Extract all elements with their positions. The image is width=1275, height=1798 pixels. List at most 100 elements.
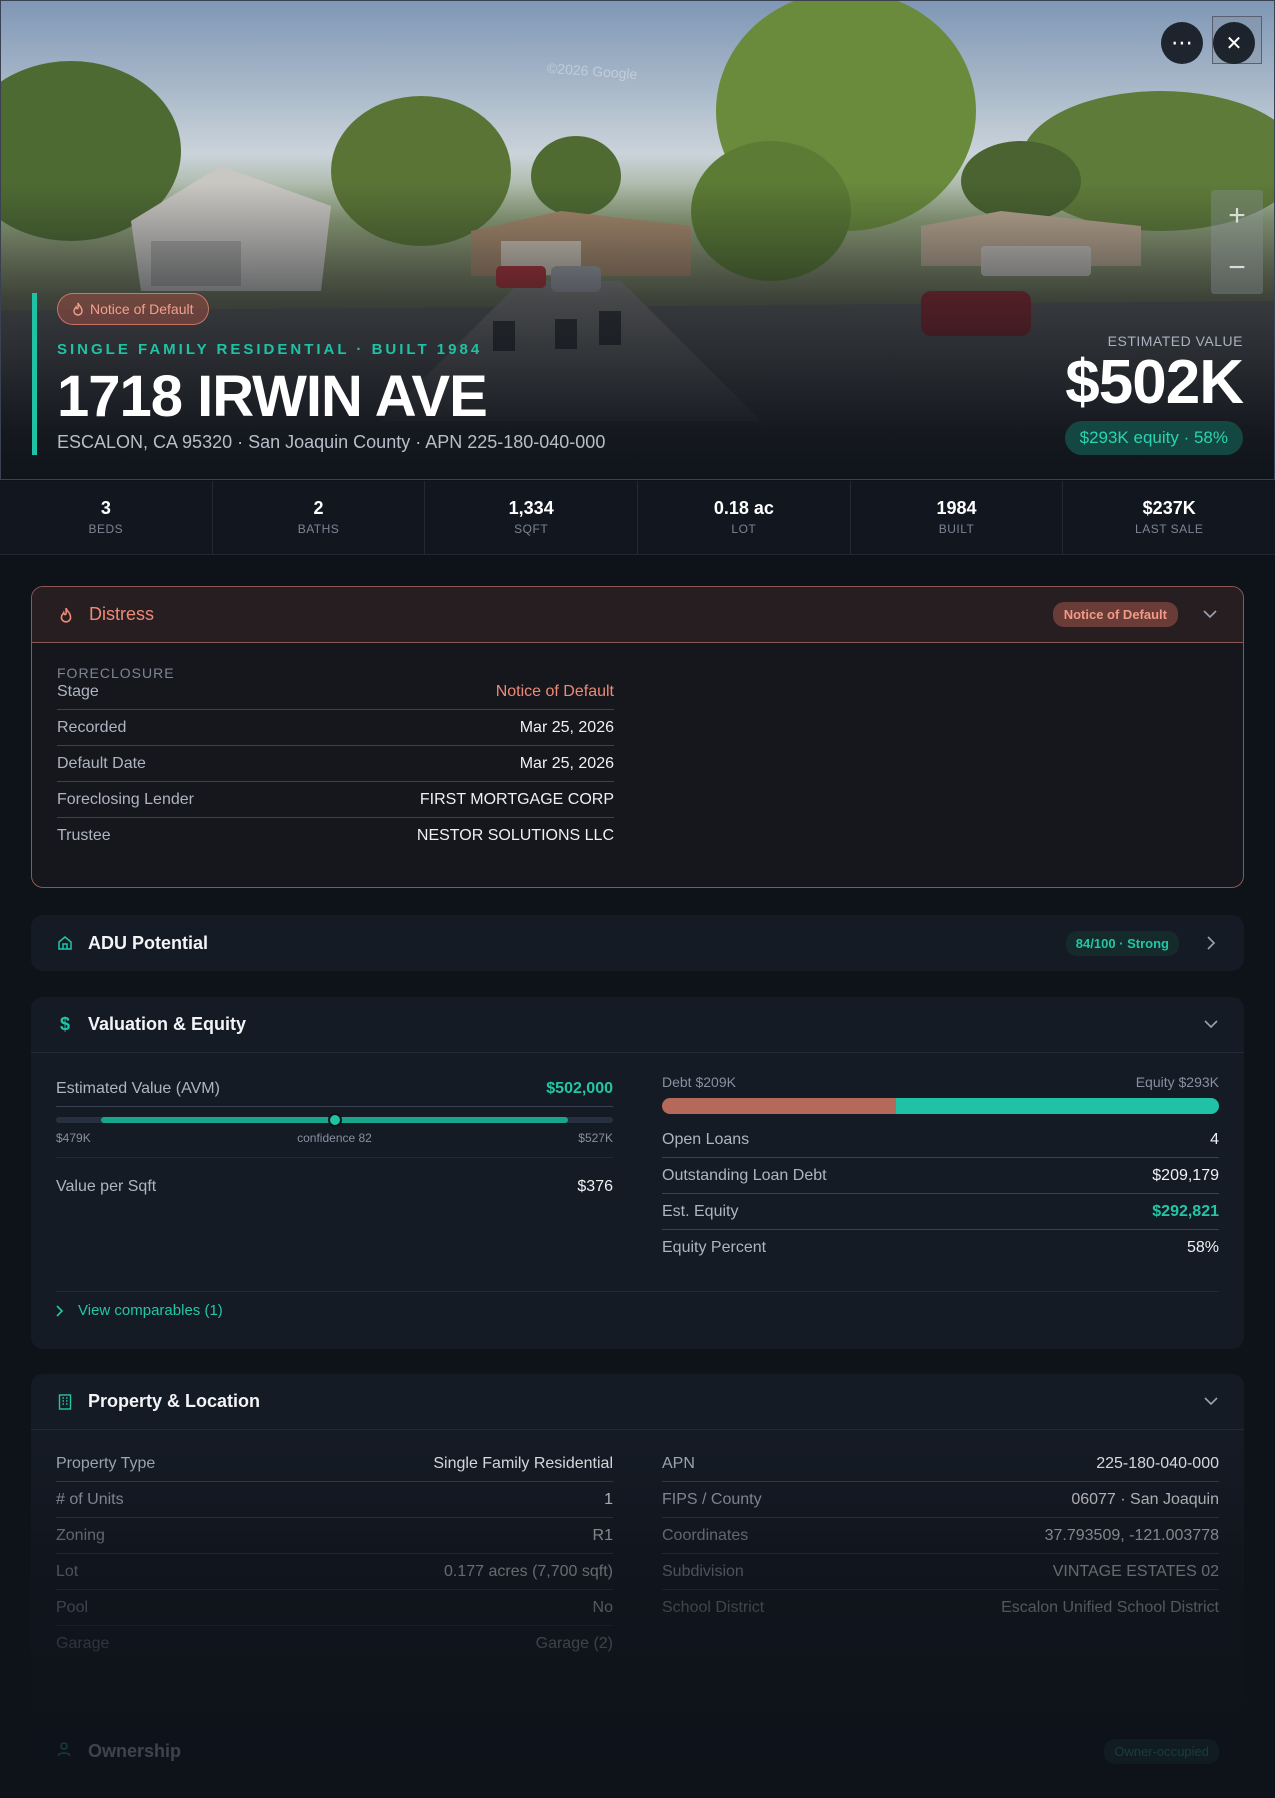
detail-key: Subdivision: [662, 1562, 744, 1580]
detail-value: Mar 25, 2026: [519, 754, 614, 772]
detail-value: Escalon Unified School District: [1001, 1599, 1219, 1616]
chevron-down-icon[interactable]: [1202, 607, 1218, 623]
distress-status-pill: Notice of Default: [57, 293, 209, 325]
ellipsis-icon: ⋯: [1171, 30, 1193, 55]
detail-value: VINTAGE ESTATES 02: [1052, 1562, 1219, 1580]
stat-value: 3: [100, 498, 111, 518]
chevron-down-icon[interactable]: [1203, 1017, 1219, 1033]
stat-lot: 0.18 ac LOT: [638, 481, 851, 554]
detail-value: $209,179: [1152, 1166, 1219, 1184]
property-details-left: Property Type Single Family Residential #…: [56, 1446, 613, 1662]
detail-key: Property Type: [56, 1454, 156, 1472]
detail-key: Default Date: [57, 754, 146, 772]
avm-range-low: $479K: [56, 1131, 91, 1145]
property-card-header[interactable]: Property & Location: [31, 1374, 1244, 1430]
detail-value: Garage (2): [535, 1635, 613, 1652]
estimated-value-amount: $502K: [1065, 348, 1244, 417]
detail-value: FIRST MORTGAGE CORP: [419, 790, 614, 808]
equity-summary-pill: $293K equity · 58%: [1064, 421, 1243, 455]
detail-row: Outstanding Loan Debt $209,179: [662, 1158, 1219, 1194]
detail-row: Subdivision VINTAGE ESTATES 02: [662, 1554, 1219, 1590]
detail-value: 37.793509, -121.003778: [1044, 1526, 1219, 1544]
detail-value: Mar 25, 2026: [519, 718, 614, 736]
property-type-subtitle: SINGLE FAMILY RESIDENTIAL · BUILT 1984: [57, 341, 483, 358]
equity-label: Equity $293K: [1135, 1074, 1219, 1090]
street-view-hero[interactable]: ©2026 Google ⋯ ✕ + − Notice of Default S…: [0, 0, 1275, 480]
detail-row: Open Loans 4: [662, 1122, 1219, 1158]
stat-baths: 2 BATHS: [213, 481, 426, 554]
foreclosure-details: Stage Notice of Default Recorded Mar 25, 2…: [57, 674, 614, 854]
avm-range-marker: [327, 1113, 342, 1127]
detail-value: 58%: [1186, 1239, 1219, 1256]
stat-built: 1984 BUILT: [851, 481, 1064, 554]
view-comparables-label: View comparables (1): [78, 1302, 223, 1319]
stat-value: 2: [313, 498, 324, 518]
adu-card-header[interactable]: ADU Potential 84/100 · Strong: [31, 915, 1244, 971]
equity-segment: [895, 1098, 1219, 1114]
avm-range-high: $527K: [578, 1131, 613, 1145]
detail-row: Equity Percent 58%: [662, 1230, 1219, 1266]
close-button[interactable]: ✕: [1213, 22, 1255, 64]
detail-value: $292,821: [1152, 1202, 1219, 1220]
detail-row: Stage Notice of Default: [57, 674, 614, 710]
distress-card-header[interactable]: Distress Notice of Default: [32, 587, 1243, 643]
divider: [56, 1157, 613, 1158]
detail-key: APN: [662, 1454, 695, 1472]
stat-label: BEDS: [88, 522, 124, 536]
stat-label: LOT: [731, 522, 757, 536]
stat-sqft: 1,334 SQFT: [425, 481, 639, 554]
detail-value: R1: [592, 1526, 613, 1544]
distress-card: Distress Notice of Default FORECLOSURE S…: [31, 586, 1244, 888]
close-icon: ✕: [1225, 32, 1243, 55]
detail-row: Property Type Single Family Residential: [56, 1446, 613, 1482]
vps-value: $376: [577, 1178, 613, 1195]
chevron-right-icon: [56, 1304, 64, 1317]
debt-segment: [662, 1098, 896, 1114]
detail-value: Notice of Default: [495, 682, 614, 700]
property-detail-panel: ©2026 Google ⋯ ✕ + − Notice of Default S…: [0, 0, 1275, 1798]
detail-key: Lot: [56, 1562, 79, 1580]
detail-value: Single Family Residential: [433, 1454, 613, 1472]
detail-row: Pool No: [56, 1590, 613, 1626]
zoom-in-button[interactable]: +: [1211, 190, 1263, 242]
detail-row: Recorded Mar 25, 2026: [57, 710, 614, 746]
more-options-button[interactable]: ⋯: [1161, 22, 1203, 64]
stat-beds: 3 BEDS: [0, 481, 213, 554]
adu-potential-card[interactable]: ADU Potential 84/100 · Strong: [31, 915, 1244, 971]
property-card-title: Property & Location: [88, 1391, 261, 1411]
detail-row: Est. Equity $292,821: [662, 1194, 1219, 1230]
property-location-line: ESCALON, CA 95320 · San Joaquin County ·…: [57, 432, 606, 452]
avm-column: Estimated Value (AVM) $502,000 $479K con…: [56, 1071, 613, 1205]
detail-row: Zoning R1: [56, 1518, 613, 1554]
detail-key: Pool: [56, 1598, 89, 1616]
detail-value: No: [592, 1598, 613, 1616]
stat-value: $237K: [1142, 498, 1196, 518]
chevron-right-icon[interactable]: [1203, 935, 1219, 951]
view-comparables-link[interactable]: View comparables (1): [56, 1302, 223, 1319]
detail-row: Lot 0.177 acres (7,700 sqft): [56, 1554, 613, 1590]
chevron-down-icon[interactable]: [1203, 1394, 1219, 1410]
detail-value: 1: [604, 1490, 613, 1508]
building-icon: [56, 1393, 74, 1411]
detail-row: Garage Garage (2): [56, 1626, 613, 1662]
stat-label: SQFT: [514, 522, 549, 536]
debt-equity-labels: Debt $209K Equity $293K: [662, 1074, 1219, 1090]
detail-value: 06077 · San Joaquin: [1071, 1490, 1219, 1508]
detail-key: Zoning: [56, 1526, 105, 1544]
ownership-card-header[interactable]: Ownership Owner-occupied: [31, 1723, 1244, 1779]
detail-row: FIPS / County 06077 · San Joaquin: [662, 1482, 1219, 1518]
avm-range-track: [56, 1113, 613, 1127]
valuation-card-title: Valuation & Equity: [88, 1014, 247, 1034]
detail-row: Default Date Mar 25, 2026: [57, 746, 614, 782]
detail-row: Coordinates 37.793509, -121.003778: [662, 1518, 1219, 1554]
estimated-value-block: ESTIMATED VALUE $502K $293K equity · 58%: [1064, 333, 1244, 455]
stat-value: 0.18 ac: [713, 498, 774, 518]
detail-key: Trustee: [57, 827, 111, 844]
detail-key: School District: [662, 1599, 765, 1616]
zoom-out-button[interactable]: −: [1211, 242, 1263, 294]
flame-icon: [57, 606, 75, 624]
street-view-zoom-control: + −: [1211, 190, 1263, 294]
valuation-card-header[interactable]: $ Valuation & Equity: [31, 997, 1244, 1053]
detail-key: Foreclosing Lender: [57, 790, 194, 808]
flame-icon: [73, 302, 83, 316]
